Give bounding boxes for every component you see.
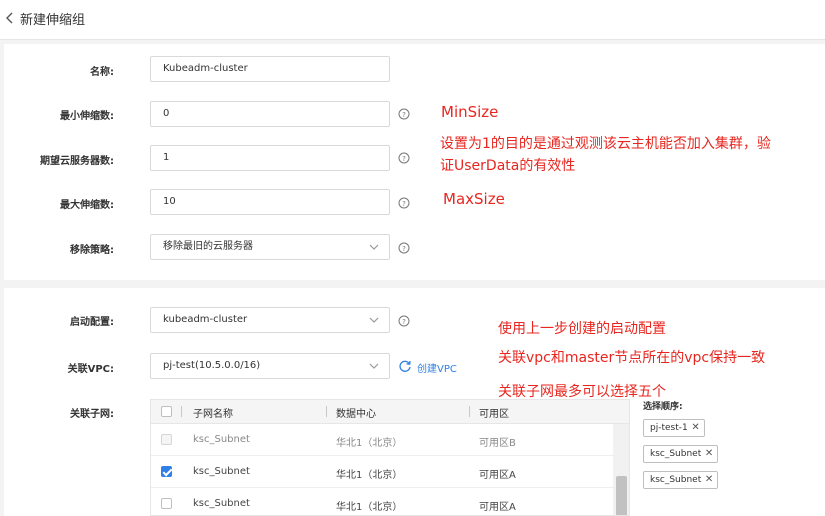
subnet-name-cell: ksc_Subnet — [193, 466, 250, 477]
tag-label: ksc_Subnet — [650, 449, 702, 459]
zone-cell: 可用区B — [479, 438, 516, 449]
close-icon[interactable]: ✕ — [705, 446, 713, 462]
annotation-launch-config: 使用上一步创建的启动配置 — [498, 321, 666, 337]
table-row: ksc_Subnet 华北1（北京） 可用区B — [151, 424, 613, 456]
chevron-down-icon — [369, 317, 379, 323]
desired-capacity-label: 期望云服务器数: — [40, 156, 114, 167]
row-checkbox — [161, 434, 172, 445]
help-icon[interactable]: ? — [398, 108, 410, 120]
help-icon[interactable]: ? — [398, 315, 410, 327]
chevron-down-icon — [369, 363, 379, 369]
tag-label: ksc_Subnet — [650, 475, 702, 485]
column-header-zone: 可用区 — [479, 409, 509, 420]
table-scrollbar-thumb[interactable] — [616, 476, 627, 515]
removal-policy-label: 移除策略: — [70, 245, 114, 256]
zone-cell: 可用区A — [479, 502, 516, 513]
max-size-label: 最大伸缩数: — [60, 200, 114, 211]
datacenter-cell: 华北1（北京） — [336, 502, 403, 513]
subnet-table: 子网名称 数据中心 可用区 ksc_Subnet 华北1（北京） 可用区B ks… — [150, 399, 630, 516]
datacenter-cell: 华北1（北京） — [336, 438, 403, 449]
row-checkbox[interactable] — [161, 466, 172, 477]
close-icon[interactable]: ✕ — [705, 472, 713, 488]
annotation-maxsize: MaxSize — [443, 190, 505, 208]
selected-subnet-tag: pj-test-1 ✕ — [643, 419, 705, 437]
table-header: 子网名称 数据中心 可用区 — [151, 400, 629, 424]
column-header-datacenter: 数据中心 — [336, 409, 376, 420]
annotation-vpc: 关联vpc和master节点所在的vpc保持一致 — [498, 350, 766, 366]
subnet-label: 关联子网: — [70, 409, 114, 420]
select-all-checkbox[interactable] — [161, 406, 172, 417]
help-icon[interactable]: ? — [398, 152, 410, 164]
vpc-value: pj-test(10.5.0.0/16) — [163, 360, 261, 371]
close-icon[interactable]: ✕ — [691, 420, 699, 436]
svg-text:?: ? — [402, 111, 406, 119]
launch-config-label: 启动配置: — [70, 317, 114, 328]
vpc-label: 关联VPC: — [67, 364, 114, 375]
vpc-select[interactable]: pj-test(10.5.0.0/16) — [150, 353, 390, 379]
removal-policy-select[interactable]: 移除最旧的云服务器 — [150, 234, 390, 260]
column-separator — [469, 406, 470, 417]
min-size-input[interactable]: 0 — [150, 101, 390, 127]
zone-cell: 可用区A — [479, 470, 516, 481]
column-separator — [326, 406, 327, 417]
subnet-name-cell: ksc_Subnet — [193, 434, 250, 445]
annotation-desired-line2: 证UserData的有效性 — [440, 158, 576, 174]
top-bar: 新建伸缩组 — [0, 0, 825, 40]
annotation-subnet: 关联子网最多可以选择五个 — [498, 384, 666, 400]
chevron-left-icon[interactable] — [3, 10, 17, 26]
annotation-desired-line1: 设置为1的目的是通过观测该云主机能否加入集群，验 — [440, 136, 771, 152]
max-size-input[interactable]: 10 — [150, 189, 390, 215]
table-row[interactable]: ksc_Subnet 华北1（北京） 可用区A — [151, 456, 613, 488]
column-header-subnet-name: 子网名称 — [193, 409, 233, 420]
name-input[interactable]: Kubeadm-cluster — [150, 56, 390, 82]
launch-config-select[interactable]: kubeadm-cluster — [150, 307, 390, 333]
column-separator — [181, 406, 182, 417]
basic-settings-card — [4, 44, 825, 280]
name-label: 名称: — [90, 67, 114, 78]
svg-text:?: ? — [402, 318, 406, 326]
help-icon[interactable]: ? — [398, 197, 410, 209]
tag-label: pj-test-1 — [650, 423, 688, 433]
selected-subnet-tag: ksc_Subnet ✕ — [643, 445, 719, 463]
removal-policy-value: 移除最旧的云服务器 — [163, 241, 253, 252]
annotation-minsize: MinSize — [441, 103, 499, 121]
subnet-name-cell: ksc_Subnet — [193, 498, 250, 509]
table-row[interactable]: ksc_Subnet 华北1（北京） 可用区A — [151, 488, 613, 515]
help-icon[interactable]: ? — [398, 242, 410, 254]
svg-text:?: ? — [402, 200, 406, 208]
refresh-icon[interactable] — [398, 359, 412, 373]
row-checkbox[interactable] — [161, 498, 172, 509]
create-vpc-link[interactable]: 创建VPC — [417, 360, 457, 375]
launch-config-value: kubeadm-cluster — [163, 314, 248, 325]
page-title: 新建伸缩组 — [20, 13, 86, 28]
min-size-label: 最小伸缩数: — [60, 111, 114, 122]
svg-text:?: ? — [402, 155, 406, 163]
chevron-down-icon — [369, 244, 379, 250]
datacenter-cell: 华北1（北京） — [336, 470, 403, 481]
desired-capacity-input[interactable]: 1 — [150, 145, 390, 171]
svg-text:?: ? — [402, 245, 406, 253]
selected-subnet-tag: ksc_Subnet ✕ — [643, 471, 719, 489]
